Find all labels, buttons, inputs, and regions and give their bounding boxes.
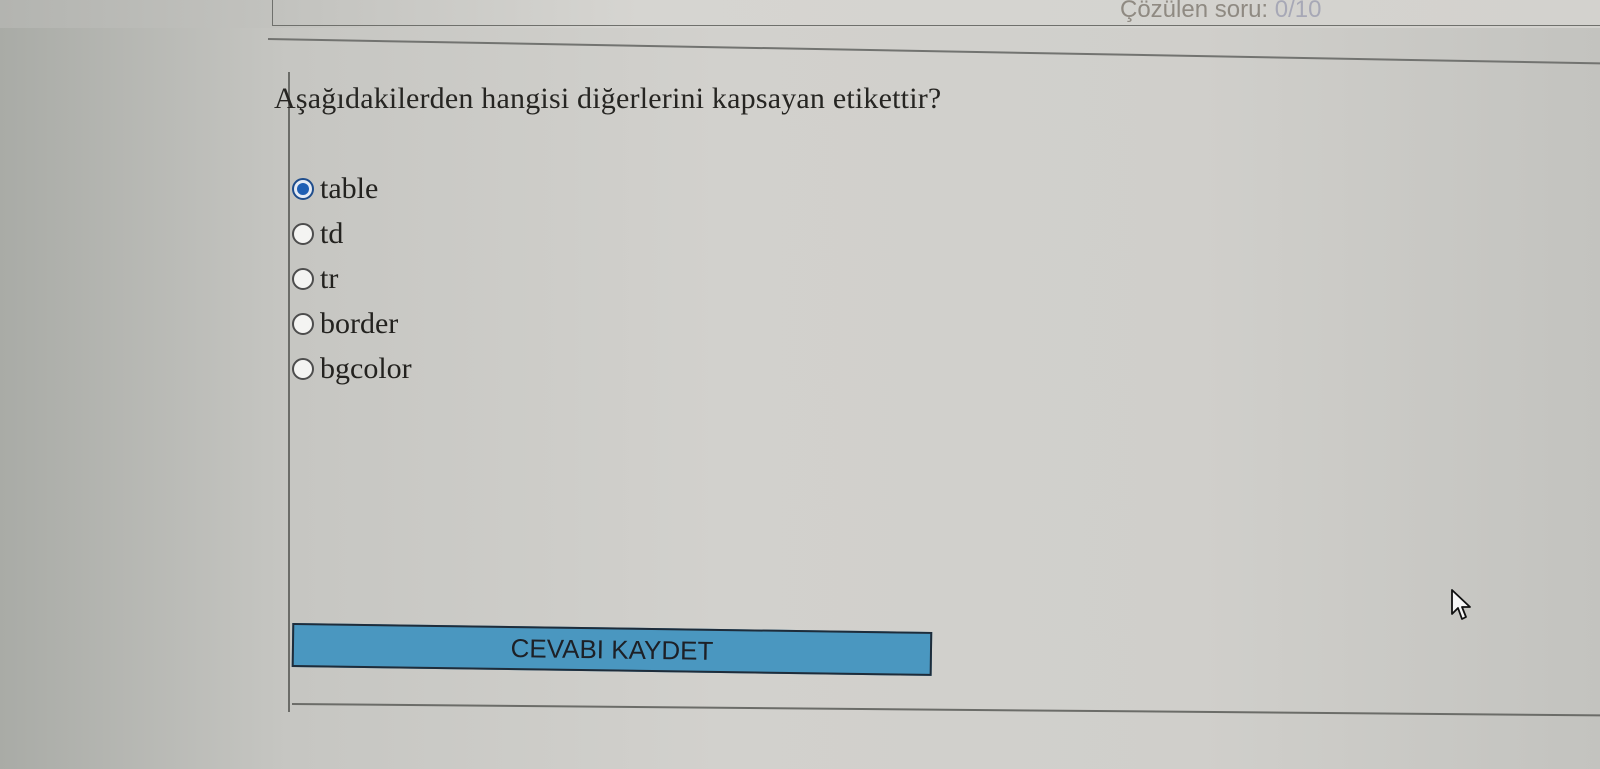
option-bgcolor[interactable]: bgcolor bbox=[292, 346, 412, 391]
answer-options: table td tr border bgcolor bbox=[292, 166, 412, 391]
option-label: border bbox=[320, 306, 399, 340]
solved-count: 0/10 bbox=[1274, 0, 1322, 23]
radio-button-td[interactable] bbox=[292, 222, 314, 245]
save-answer-button[interactable]: CEVABI KAYDET bbox=[291, 623, 933, 676]
option-border[interactable]: border bbox=[292, 301, 412, 346]
radio-button-bgcolor[interactable] bbox=[292, 357, 314, 380]
mouse-pointer-icon bbox=[1451, 589, 1471, 620]
option-label: table bbox=[320, 171, 379, 205]
solved-counter: Çözülen soru: 0/10 bbox=[1120, 0, 1321, 24]
header-box bbox=[272, 0, 1600, 26]
question-text: Aşağıdakilerden hangisi diğerlerini kaps… bbox=[274, 82, 942, 115]
question-panel bbox=[288, 72, 1600, 712]
radio-button-border[interactable] bbox=[292, 312, 314, 335]
option-label: td bbox=[320, 216, 344, 250]
option-label: tr bbox=[320, 261, 339, 295]
radio-button-tr[interactable] bbox=[292, 267, 314, 290]
option-td[interactable]: td bbox=[292, 211, 412, 256]
option-tr[interactable]: tr bbox=[292, 256, 412, 301]
option-table[interactable]: table bbox=[292, 166, 412, 211]
option-label: bgcolor bbox=[320, 351, 412, 385]
header-divider bbox=[267, 38, 1600, 65]
quiz-screen: Çözülen soru: 0/10 Aşağıdakilerden hangi… bbox=[0, 0, 1600, 769]
solved-label: Çözülen soru: bbox=[1120, 0, 1269, 23]
radio-button-table[interactable] bbox=[292, 177, 314, 200]
